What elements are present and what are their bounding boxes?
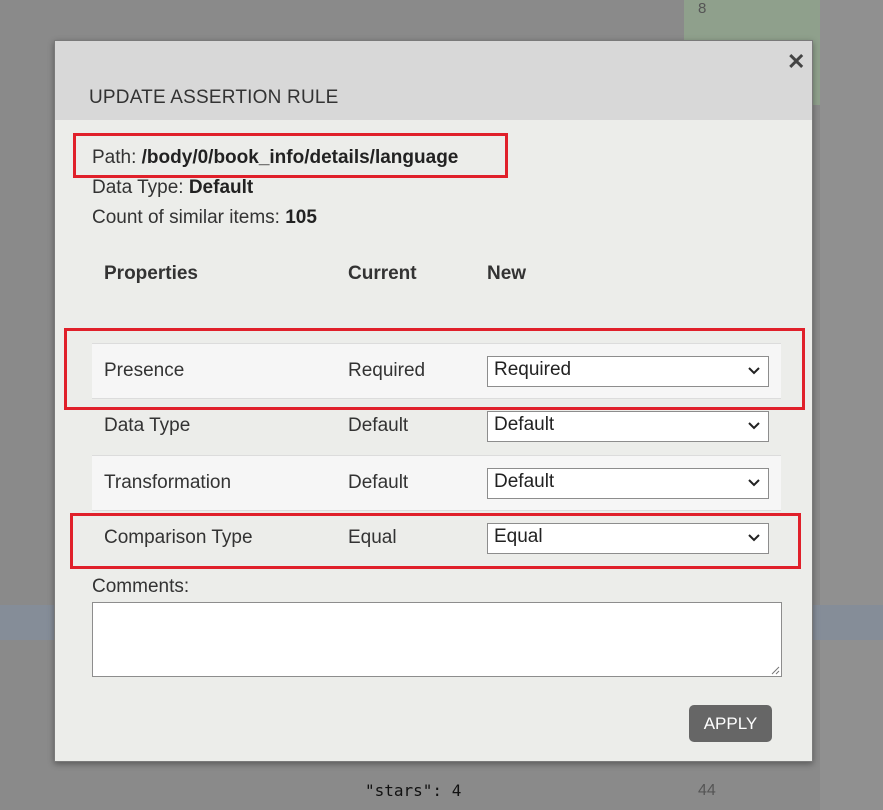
datatype-value: Default xyxy=(188,177,254,198)
dialog-body: Path: /body/0/book_info/details/language… xyxy=(58,120,809,758)
header-current: Current xyxy=(348,263,417,284)
header-properties: Properties xyxy=(104,263,198,284)
comparison-row-highlight xyxy=(70,513,801,569)
chevron-down-icon xyxy=(748,422,760,430)
selected-value: Default xyxy=(494,471,555,492)
comments-label: Comments: xyxy=(92,576,190,597)
datatype-label: Data Type: xyxy=(92,177,189,198)
property-name: Transformation xyxy=(104,472,232,493)
comments-textarea[interactable] xyxy=(92,602,782,677)
background-code-line: "stars": 4 xyxy=(365,781,462,800)
transformation-select[interactable]: Default xyxy=(487,468,769,499)
property-name: Data Type xyxy=(104,415,191,436)
table-row: Transformation Default Default xyxy=(92,455,781,511)
count-label: Count of similar items: xyxy=(92,207,286,228)
apply-button[interactable]: APPLY xyxy=(689,705,772,742)
datatype-select[interactable]: Default xyxy=(487,411,769,442)
datatype-info: Data Type: Default xyxy=(92,177,253,199)
count-value: 105 xyxy=(285,207,317,228)
current-value: Default xyxy=(348,472,409,493)
presence-row-highlight xyxy=(64,328,805,410)
path-info: Path: /body/0/book_info/details/language xyxy=(92,147,458,169)
path-label: Path: xyxy=(92,147,142,168)
selected-value: Default xyxy=(494,414,555,435)
current-value: Default xyxy=(348,415,409,436)
chevron-down-icon xyxy=(748,479,760,487)
header-new: New xyxy=(487,263,527,284)
dialog-title: UPDATE ASSERTION RULE xyxy=(89,87,339,108)
background-line-number: 44 xyxy=(698,782,716,799)
background-gutter xyxy=(820,0,883,810)
update-assertion-rule-dialog: ✕ UPDATE ASSERTION RULE Path: /body/0/bo… xyxy=(54,40,813,762)
resize-handle-icon[interactable] xyxy=(768,663,780,675)
path-value: /body/0/book_info/details/language xyxy=(141,147,459,168)
dialog-header: ✕ UPDATE ASSERTION RULE xyxy=(55,41,812,120)
close-icon[interactable]: ✕ xyxy=(787,49,805,75)
background-line-number: 8 xyxy=(698,0,707,17)
count-info: Count of similar items: 105 xyxy=(92,207,317,229)
